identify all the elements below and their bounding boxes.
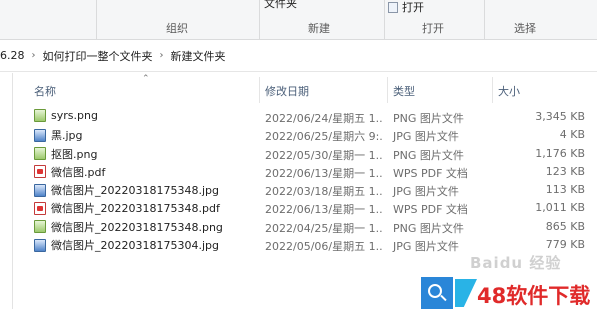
breadcrumb-item[interactable]: 如何打印一整个文件夹 <box>43 48 153 64</box>
file-size: 3,345 KB <box>535 110 585 123</box>
file-row[interactable]: syrs.png 2022/06/24/星期五 1... PNG 图片文件 3,… <box>14 107 597 125</box>
file-type: JPG 图片文件 <box>393 130 459 144</box>
file-name: 微信图片_20220318175348.png <box>51 220 223 234</box>
column-divider[interactable] <box>492 77 493 103</box>
file-type: WPS PDF 文档 <box>393 203 468 217</box>
breadcrumb-item[interactable]: 新建文件夹 <box>171 48 226 64</box>
column-divider[interactable] <box>259 77 260 103</box>
ribbon-divider <box>484 0 485 40</box>
ribbon-divider <box>384 0 385 40</box>
file-row[interactable]: 微信图片_20220318175304.jpg 2022/05/06/星期五 1… <box>14 235 597 253</box>
ribbon-group-new: 新建 <box>308 22 330 35</box>
search-icon <box>421 277 453 309</box>
file-name: 微信图片_20220318175348.pdf <box>51 202 220 216</box>
column-header-row: ⌃ 名称 修改日期 类型 大小 <box>14 73 597 105</box>
file-date: 2022/05/30/星期一 1... <box>265 148 383 162</box>
jpg-file-icon <box>34 238 46 252</box>
address-bar[interactable]: 6.28 › 如何打印一整个文件夹 › 新建文件夹 <box>0 40 597 72</box>
baidu-watermark: Baidu 经验 <box>470 254 562 272</box>
file-size: 123 KB <box>545 164 585 178</box>
file-name: 微信图.pdf <box>51 165 106 179</box>
ribbon: 文件夹 打开 组织 新建 打开 选择 <box>0 0 597 40</box>
png-file-icon <box>34 109 46 122</box>
file-size: 113 KB <box>545 183 585 197</box>
open-button[interactable]: 打开 <box>388 0 424 14</box>
file-type: PNG 图片文件 <box>393 221 464 235</box>
file-type: PNG 图片文件 <box>393 148 464 162</box>
file-size: 779 KB <box>545 238 585 252</box>
ribbon-group-select: 选择 <box>514 22 536 35</box>
column-divider[interactable] <box>387 77 388 103</box>
file-size: 1,011 KB <box>535 201 585 215</box>
ribbon-group-organize: 组织 <box>166 22 188 35</box>
file-date: 2022/06/13/星期一 1... <box>265 203 383 217</box>
open-icon <box>388 1 398 13</box>
file-row[interactable]: 微信图片_20220318175348.pdf 2022/06/13/星期一 1… <box>14 198 597 216</box>
new-folder-label[interactable]: 文件夹 <box>264 0 297 11</box>
file-type: PNG 图片文件 <box>393 112 464 125</box>
file-name: 微信图片_20220318175348.jpg <box>51 184 219 198</box>
file-date: 2022/05/06/星期五 1... <box>265 240 383 254</box>
file-size: 4 KB <box>559 128 585 142</box>
sort-ascending-icon: ⌃ <box>142 74 150 84</box>
file-row[interactable]: 抠图.png 2022/05/30/星期一 1... PNG 图片文件 1,17… <box>14 144 597 162</box>
file-name: syrs.png <box>51 109 98 122</box>
pdf-file-icon <box>34 201 46 215</box>
file-date: 2022/03/18/星期五 1... <box>265 185 383 199</box>
file-date: 2022/06/24/星期五 1... <box>265 112 383 125</box>
jpg-file-icon <box>34 128 46 142</box>
png-file-icon <box>34 147 46 161</box>
file-row[interactable]: 黑.jpg 2022/06/25/星期六 9:... JPG 图片文件 4 KB <box>14 125 597 143</box>
file-date: 2022/04/25/星期一 1... <box>265 221 383 235</box>
chevron-right-icon[interactable]: › <box>160 50 164 61</box>
logo-mark <box>455 279 477 307</box>
file-row[interactable]: 微信图.pdf 2022/06/13/星期一 1... WPS PDF 文档 1… <box>14 162 597 180</box>
column-header-date[interactable]: 修改日期 <box>265 83 309 98</box>
pdf-file-icon <box>34 165 46 179</box>
ribbon-group-open: 打开 <box>422 22 444 35</box>
file-type: JPG 图片文件 <box>393 185 459 199</box>
file-size: 865 KB <box>545 219 585 233</box>
file-row[interactable]: 微信图片_20220318175348.jpg 2022/03/18/星期五 1… <box>14 180 597 198</box>
file-name: 抠图.png <box>51 147 98 161</box>
open-button-label: 打开 <box>402 1 424 14</box>
file-date: 2022/06/25/星期六 9:... <box>265 130 383 144</box>
file-date: 2022/06/13/星期一 1... <box>265 166 383 180</box>
file-type: JPG 图片文件 <box>393 240 459 254</box>
ribbon-divider <box>259 0 260 40</box>
file-name: 微信图片_20220318175304.jpg <box>51 239 219 253</box>
jpg-file-icon <box>34 183 46 197</box>
site-watermark-text: 48软件下载 <box>477 284 591 308</box>
column-header-name[interactable]: 名称 <box>34 83 56 98</box>
navigation-pane[interactable] <box>0 73 13 309</box>
site-watermark-banner: 48软件下载 <box>421 277 597 309</box>
file-name: 黑.jpg <box>51 129 83 143</box>
ribbon-divider <box>96 0 97 40</box>
column-header-type[interactable]: 类型 <box>393 83 415 98</box>
file-size: 1,176 KB <box>535 146 585 160</box>
file-row[interactable]: 微信图片_20220318175348.png 2022/04/25/星期一 1… <box>14 217 597 235</box>
column-header-size[interactable]: 大小 <box>498 83 520 98</box>
png-file-icon <box>34 220 46 234</box>
file-type: WPS PDF 文档 <box>393 166 468 180</box>
file-list: syrs.png 2022/06/24/星期五 1... PNG 图片文件 3,… <box>14 107 597 253</box>
chevron-right-icon[interactable]: › <box>32 50 36 61</box>
breadcrumb-item[interactable]: 6.28 <box>0 49 25 62</box>
